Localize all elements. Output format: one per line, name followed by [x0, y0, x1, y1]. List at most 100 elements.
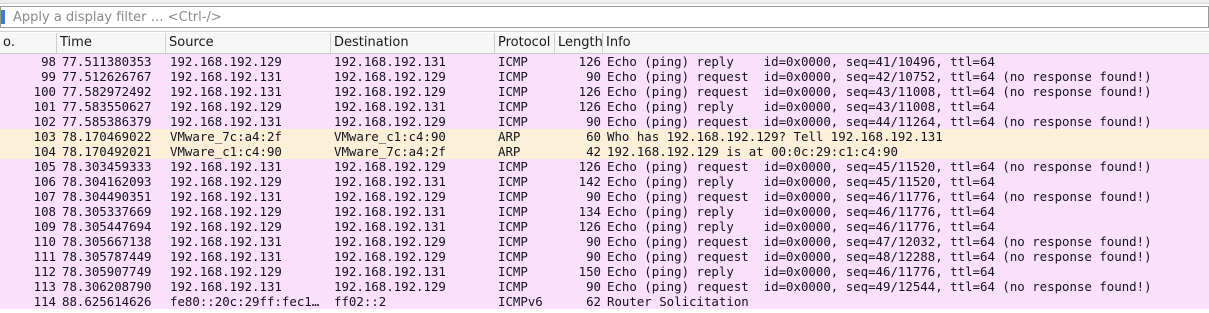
packet-length: 150	[578, 264, 601, 279]
packet-source: VMware_c1:c4:90	[170, 144, 282, 159]
packet-length: 62	[586, 294, 601, 309]
toolbar-edge	[0, 0, 1209, 4]
packet-protocol: ICMP	[498, 99, 528, 114]
packet-source: 192.168.192.131	[170, 84, 282, 99]
packet-length: 126	[578, 54, 601, 69]
packet-destination: 192.168.192.129	[334, 114, 446, 129]
display-filter-bar[interactable]	[0, 6, 1209, 28]
packet-protocol: ICMP	[498, 189, 528, 204]
packet-destination: 192.168.192.131	[334, 54, 446, 69]
packet-destination: 192.168.192.129	[334, 279, 446, 294]
packet-row[interactable]: 109 78.305447694 192.168.192.129 192.168.19…	[0, 219, 1209, 234]
packet-row[interactable]: 110 78.305667138 192.168.192.131 192.168.19…	[0, 234, 1209, 249]
packet-destination: 192.168.192.129	[334, 249, 446, 264]
packet-row[interactable]: 106 78.304162093 192.168.192.129 192.168.19…	[0, 174, 1209, 189]
column-header-time[interactable]: Time	[57, 33, 166, 53]
packet-length: 90	[586, 234, 601, 249]
packet-destination: 192.168.192.129	[334, 159, 446, 174]
packet-time: 78.306208790	[62, 279, 152, 294]
packet-protocol: ICMP	[498, 219, 528, 234]
packet-length: 60	[586, 129, 601, 144]
packet-destination: 192.168.192.131	[334, 264, 446, 279]
packet-number: 101	[33, 99, 56, 114]
packet-protocol: ARP	[498, 144, 521, 159]
packet-protocol: ICMP	[498, 264, 528, 279]
packet-source: 192.168.192.129	[170, 54, 282, 69]
packet-source: VMware_7c:a4:2f	[170, 129, 282, 144]
packet-number: 105	[33, 159, 56, 174]
packet-row[interactable]: 113 78.306208790 192.168.192.131 192.168.19…	[0, 279, 1209, 294]
packet-number: 107	[33, 189, 56, 204]
packet-row[interactable]: 104 78.170492021 VMware_c1:c4:90 VMware_7c:…	[0, 144, 1209, 159]
packet-row[interactable]: 108 78.305337669 192.168.192.129 192.168.19…	[0, 204, 1209, 219]
packet-row[interactable]: 105 78.303459333 192.168.192.131 192.168.19…	[0, 159, 1209, 174]
packet-length: 90	[586, 189, 601, 204]
packet-protocol: ARP	[498, 129, 521, 144]
packet-destination: VMware_7c:a4:2f	[334, 144, 446, 159]
column-header-info[interactable]: Info	[603, 33, 1209, 53]
column-header-length[interactable]: Length	[555, 33, 603, 53]
packet-length: 134	[578, 204, 601, 219]
packet-destination: 192.168.192.131	[334, 204, 446, 219]
packet-row[interactable]: 103 78.170469022 VMware_7c:a4:2f VMware_c1:…	[0, 129, 1209, 144]
packet-row[interactable]: 98 77.511380353 192.168.192.129 192.168.192…	[0, 54, 1209, 69]
packet-info: 192.168.192.129 is at 00:0c:29:c1:c4:90	[607, 144, 898, 159]
packet-destination: 192.168.192.129	[334, 234, 446, 249]
packet-row[interactable]: 107 78.304490351 192.168.192.131 192.168.19…	[0, 189, 1209, 204]
packet-row[interactable]: 102 77.585386379 192.168.192.131 192.168.19…	[0, 114, 1209, 129]
packet-destination: VMware_c1:c4:90	[334, 129, 446, 144]
packet-source: 192.168.192.129	[170, 174, 282, 189]
packet-time: 77.512626767	[62, 69, 152, 84]
packet-length: 90	[586, 249, 601, 264]
packet-row[interactable]: 111 78.305787449 192.168.192.131 192.168.19…	[0, 249, 1209, 264]
packet-protocol: ICMP	[498, 84, 528, 99]
packet-number: 98	[41, 54, 56, 69]
packet-row[interactable]: 101 77.583550627 192.168.192.129 192.168.19…	[0, 99, 1209, 114]
packet-number: 109	[33, 219, 56, 234]
column-header-protocol[interactable]: Protocol	[495, 33, 555, 53]
packet-info: Echo (ping) reply id=0x0000, seq=46/1177…	[607, 204, 995, 219]
packet-info: Echo (ping) request id=0x0000, seq=44/11…	[607, 114, 1152, 129]
packet-number: 113	[33, 279, 56, 294]
display-filter-input[interactable]	[13, 9, 1163, 25]
packet-row[interactable]: 112 78.305907749 192.168.192.129 192.168.19…	[0, 264, 1209, 279]
packet-destination: ff02::2	[334, 294, 387, 309]
packet-length: 126	[578, 99, 601, 114]
packet-length: 90	[586, 279, 601, 294]
bookmark-icon[interactable]	[1, 10, 5, 24]
packet-info: Echo (ping) request id=0x0000, seq=42/10…	[607, 69, 1152, 84]
packet-row[interactable]: 100 77.582972492 192.168.192.131 192.168.19…	[0, 84, 1209, 99]
packet-row[interactable]: 114 88.625614626 fe80::20c:29ff:fec1… ff02:…	[0, 294, 1209, 309]
packet-length: 126	[578, 159, 601, 174]
packet-source: 192.168.192.131	[170, 279, 282, 294]
packet-source: 192.168.192.129	[170, 264, 282, 279]
column-header-destination[interactable]: Destination	[331, 33, 495, 53]
packet-row[interactable]: 99 77.512626767 192.168.192.131 192.168.192…	[0, 69, 1209, 84]
packet-info: Echo (ping) request id=0x0000, seq=47/12…	[607, 234, 1152, 249]
packet-info: Who has 192.168.192.129? Tell 192.168.19…	[607, 129, 943, 144]
packet-info: Echo (ping) reply id=0x0000, seq=43/1100…	[607, 99, 995, 114]
packet-info: Echo (ping) request id=0x0000, seq=49/12…	[607, 279, 1152, 294]
packet-info: Echo (ping) request id=0x0000, seq=48/12…	[607, 249, 1152, 264]
packet-source: 192.168.192.131	[170, 159, 282, 174]
packet-length: 90	[586, 69, 601, 84]
column-header-no[interactable]: o.	[0, 33, 57, 53]
packet-number: 108	[33, 204, 56, 219]
packet-source: fe80::20c:29ff:fec1…	[170, 294, 320, 309]
packet-info: Echo (ping) reply id=0x0000, seq=46/1177…	[607, 219, 995, 234]
packet-destination: 192.168.192.131	[334, 99, 446, 114]
column-header-source[interactable]: Source	[166, 33, 331, 53]
packet-time: 78.170469022	[62, 129, 152, 144]
packet-info: Echo (ping) request id=0x0000, seq=46/11…	[607, 189, 1152, 204]
packet-time: 77.583550627	[62, 99, 152, 114]
packet-protocol: ICMP	[498, 279, 528, 294]
packet-time: 77.585386379	[62, 114, 152, 129]
packet-number: 112	[33, 264, 56, 279]
packet-protocol: ICMP	[498, 234, 528, 249]
packet-protocol: ICMP	[498, 114, 528, 129]
packet-source: 192.168.192.131	[170, 234, 282, 249]
packet-time: 78.305337669	[62, 204, 152, 219]
packet-time: 78.304162093	[62, 174, 152, 189]
packet-time: 77.511380353	[62, 54, 152, 69]
packet-length: 126	[578, 84, 601, 99]
